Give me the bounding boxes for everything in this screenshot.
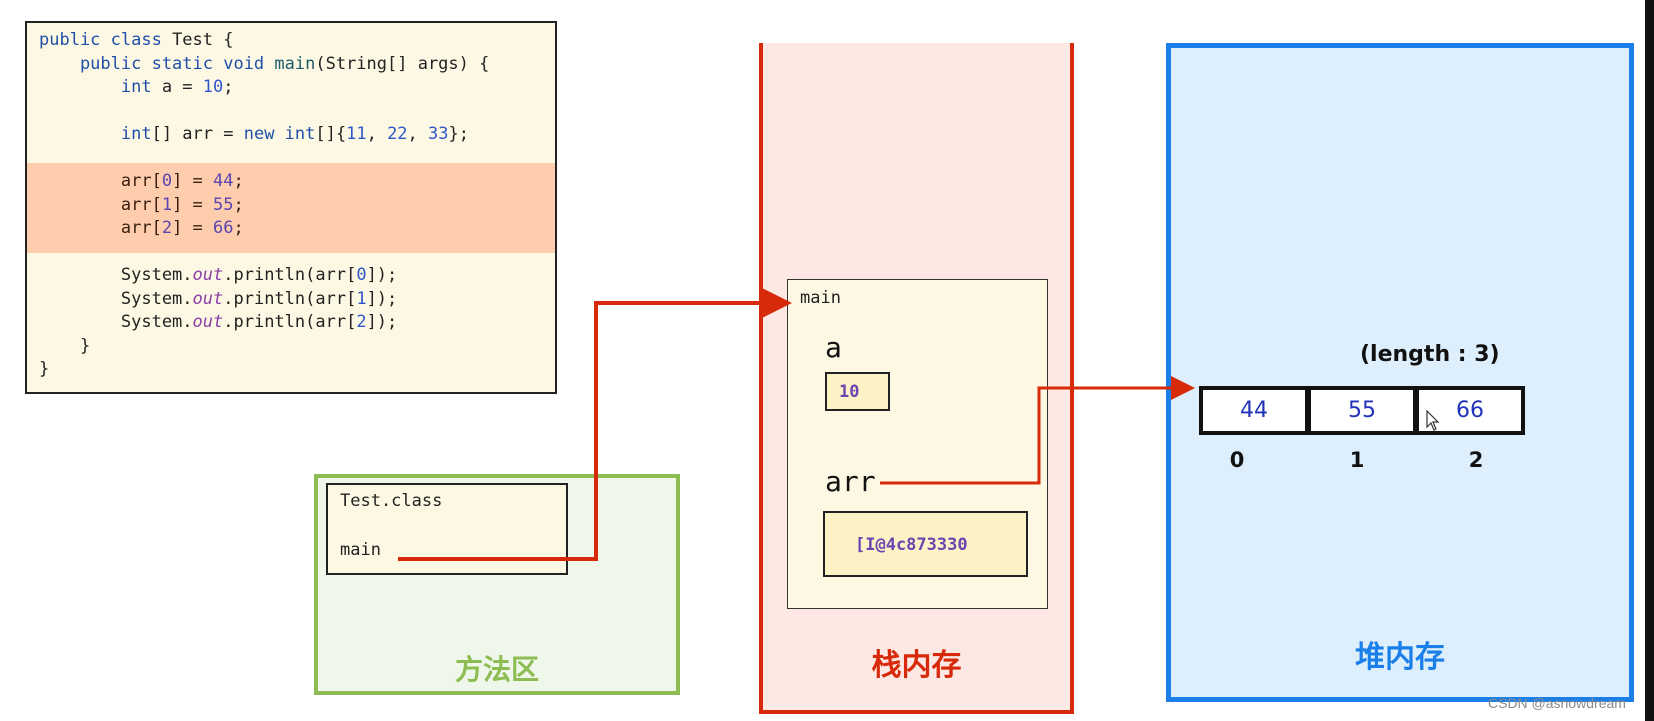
reference-arrows [398, 287, 1195, 561]
arrow-main-to-frame [398, 287, 792, 561]
window-edge [1645, 0, 1654, 721]
watermark: CSDN @asnowdream [1488, 695, 1626, 711]
arrow-arr-to-heap [880, 376, 1195, 485]
